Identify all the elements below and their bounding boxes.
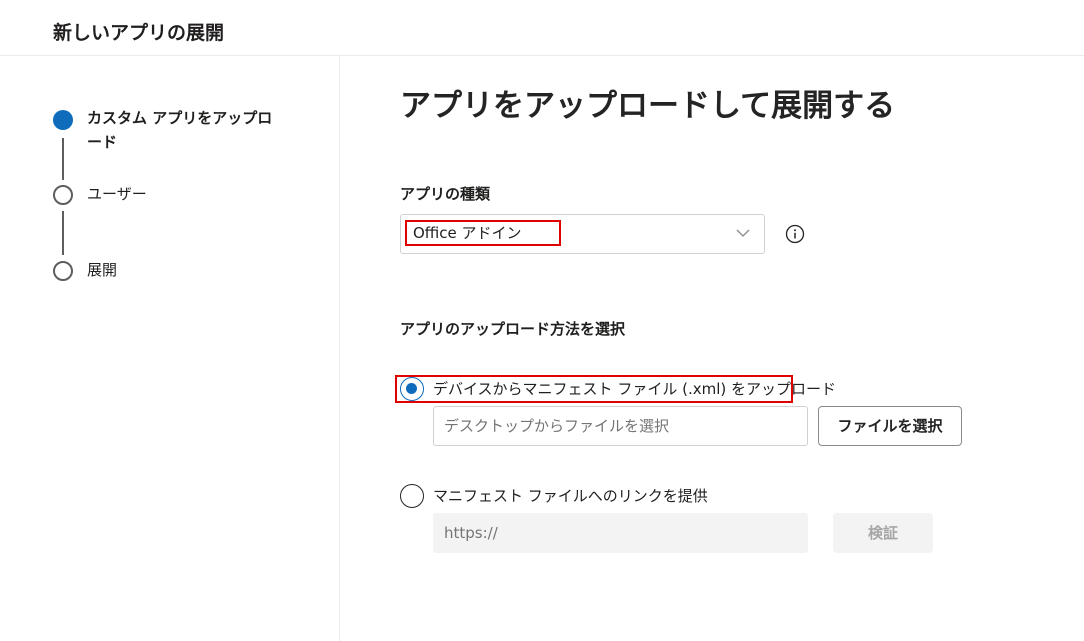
step-connector [62,138,64,180]
app-type-dropdown[interactable]: Office アドイン [400,214,765,254]
step-label: 展開 [87,261,118,279]
radio-button-checked[interactable] [400,377,424,401]
radio-button-unchecked[interactable] [400,484,424,508]
app-type-selected-value: Office アドイン [405,220,561,246]
page-title: アプリをアップロードして展開する [400,88,896,124]
page-header-title: 新しいアプリの展開 [53,22,225,44]
choose-file-button[interactable]: ファイルを選択 [818,406,962,446]
step-label: ユーザー [87,185,147,203]
upload-method-label: アプリのアップロード方法を選択 [400,320,626,338]
radio-label: マニフェスト ファイルへのリンクを提供 [433,487,708,505]
step-inactive-indicator [53,185,73,205]
step-inactive-indicator [53,261,73,281]
chevron-down-icon [736,229,750,237]
wizard-steps-sidebar: カスタム アプリをアップロード ユーザー 展開 [0,56,340,641]
info-icon[interactable] [785,224,805,244]
step-connector [62,211,64,255]
file-path-input[interactable] [433,406,808,446]
validate-button[interactable]: 検証 [833,513,933,553]
step-label: カスタム アプリをアップロード [87,109,273,151]
app-type-label: アプリの種類 [400,185,491,203]
radio-label: デバイスからマニフェスト ファイル (.xml) をアップロード [433,380,836,398]
step-active-indicator [53,110,73,130]
main-content: アプリをアップロードして展開する アプリの種類 Office アドイン アプリの… [341,56,1084,641]
manifest-url-input[interactable] [433,513,808,553]
header: 新しいアプリの展開 [0,0,1084,56]
